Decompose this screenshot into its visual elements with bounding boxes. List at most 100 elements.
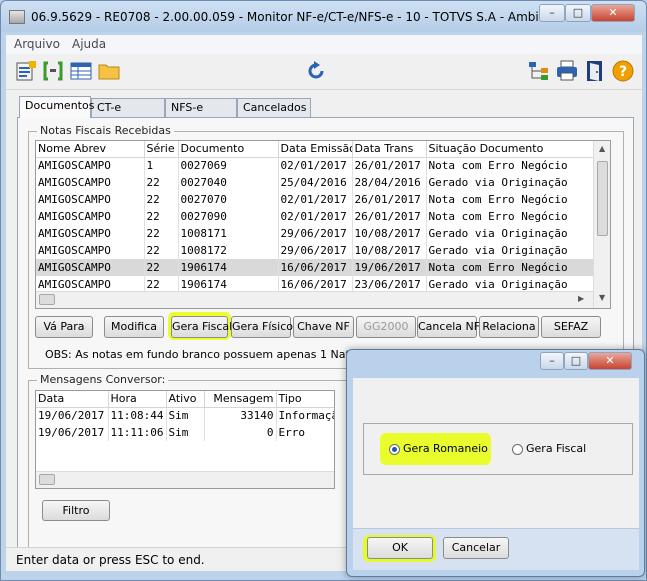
gera-fiscal-button[interactable]: Gera Fiscal [171, 316, 232, 338]
menu-arquivo[interactable]: Arquivo [14, 37, 60, 51]
printer-icon[interactable] [556, 60, 578, 82]
dialog-close-button[interactable]: ✕ [588, 352, 632, 370]
hscroll-thumb[interactable] [39, 294, 55, 305]
refresh-icon[interactable] [305, 60, 327, 82]
mensagens-horizontal-scrollbar[interactable] [36, 471, 334, 488]
table-icon[interactable] [70, 60, 92, 82]
help-icon[interactable]: ? [612, 60, 634, 82]
cell-nome: AMIGOSCAMPO [36, 242, 145, 259]
notas-grid[interactable]: Nome Abrev Série Documento Data Emissão … [35, 140, 611, 309]
scroll-thumb[interactable] [597, 161, 608, 236]
cell-hora: 11:11:06 [108, 424, 167, 441]
cell-situacao: Nota com Erro Negócio [426, 259, 594, 276]
col-mensagem[interactable]: Mensagem [204, 391, 277, 408]
radio-gera-fiscal[interactable] [512, 444, 523, 455]
col-nome-abrev[interactable]: Nome Abrev [36, 141, 145, 158]
chave-nf-button[interactable]: Chave NF [293, 316, 354, 338]
cell-ativo: Sim [166, 424, 205, 441]
cell-data-trans: 26/01/2017 [352, 208, 427, 225]
col-documento[interactable]: Documento [178, 141, 279, 158]
cell-documento: 0027069 [178, 157, 279, 174]
tree-icon[interactable] [528, 60, 550, 82]
mensagens-grid[interactable]: Data Hora Ativo Mensagem Tipo 19/06/2017… [35, 390, 335, 489]
tab-cancelados[interactable]: Cancelados [237, 98, 311, 117]
radio-gera-romaneio[interactable] [389, 444, 400, 455]
dialog-maximize-button[interactable]: □ [564, 352, 588, 370]
tab-strip: Documentos CT-e NFS-e Cancelados [17, 96, 637, 118]
col-data[interactable]: Data [36, 391, 109, 408]
col-ativo[interactable]: Ativo [166, 391, 205, 408]
notas-vertical-scrollbar[interactable]: ▲ ▼ [593, 141, 610, 308]
scroll-right-arrow-icon[interactable]: ▶ [578, 294, 584, 303]
maximize-button[interactable]: □ [565, 4, 591, 22]
toolbar: ? [6, 54, 642, 90]
table-row[interactable]: AMIGOSCAMPO 22 1008171 29/06/2017 10/08/2017… [36, 225, 594, 242]
va-para-button[interactable]: Vá Para [35, 316, 93, 338]
cell-documento: 1008171 [178, 225, 279, 242]
tab-cte[interactable]: CT-e [91, 98, 165, 117]
table-row[interactable]: 19/06/201711:08:44Sim33140Informação [36, 407, 334, 424]
minimize-button[interactable]: – [539, 4, 565, 22]
table-row[interactable]: AMIGOSCAMPO 22 0027070 02/01/2017 26/01/2017… [36, 191, 594, 208]
table-row[interactable]: 19/06/2017 11:11:06 Sim 0 Erro [36, 424, 334, 441]
mensagens-table: Data Hora Ativo Mensagem Tipo 19/06/2017… [36, 391, 334, 441]
col-data-emissao[interactable]: Data Emissão [278, 141, 353, 158]
table-row[interactable]: AMIGOSCAMPO 1 0027069 02/01/2017 26/01/2017 N… [36, 157, 594, 174]
cell-nome: AMIGOSCAMPO [36, 225, 145, 242]
cell-data-emissao: 25/04/2016 [278, 174, 353, 191]
table-row-selected[interactable]: AMIGOSCAMPO 22 1906174 16/06/2017 19/06/2017… [36, 259, 594, 276]
dialog-client: Gera Romaneio Gera Fiscal OK Cancelar [353, 378, 639, 570]
exit-door-icon[interactable] [584, 60, 606, 82]
cell-serie: 22 [144, 225, 179, 242]
tab-documentos[interactable]: Documentos [19, 96, 94, 118]
col-data-trans[interactable]: Data Trans [352, 141, 427, 158]
col-situacao[interactable]: Situação Documento [426, 141, 594, 158]
cell-data-emissao: 02/01/2017 [278, 191, 353, 208]
cell-data-trans: 10/08/2017 [352, 225, 427, 242]
gera-fiscal-label[interactable]: Gera Fiscal [526, 442, 586, 455]
cell-serie: 22 [144, 174, 179, 191]
tab-nfse[interactable]: NFS-e [165, 98, 237, 117]
brackets-icon[interactable] [42, 60, 64, 82]
mensagens-header-row: Data Hora Ativo Mensagem Tipo [36, 391, 334, 408]
svg-text:?: ? [619, 64, 627, 80]
gera-fisico-button[interactable]: Gera Físico [231, 316, 293, 338]
ok-button[interactable]: OK [367, 537, 433, 559]
cell-data-emissao: 29/06/2017 [278, 225, 353, 242]
cell-data-trans: 26/01/2017 [352, 191, 427, 208]
cell-serie: 22 [144, 191, 179, 208]
notas-legend: Notas Fiscais Recebidas [37, 124, 174, 137]
gera-romaneio-label[interactable]: Gera Romaneio [403, 442, 488, 455]
status-text: Enter data or press ESC to end. [16, 553, 205, 567]
window-title: 06.9.5629 - RE0708 - 2.00.00.059 - Monit… [31, 10, 546, 24]
cell-nome: AMIGOSCAMPO [36, 208, 145, 225]
cancelar-button[interactable]: Cancelar [443, 537, 509, 559]
cell-documento: 0027090 [178, 208, 279, 225]
folder-icon[interactable] [98, 60, 120, 82]
document-list-icon[interactable] [15, 60, 37, 82]
cell-situacao: Nota com Erro Negócio [426, 157, 594, 174]
table-row[interactable]: AMIGOSCAMPO 22 0027040 25/04/2016 28/04/2016… [36, 174, 594, 191]
relaciona-button[interactable]: Relaciona [479, 316, 539, 338]
sefaz-button[interactable]: SEFAZ [541, 316, 601, 338]
cancela-nf-button[interactable]: Cancela NF [417, 316, 480, 338]
gera-dialog: – □ ✕ Gera Romaneio Gera Fiscal OK Cance… [346, 349, 645, 577]
table-row[interactable]: AMIGOSCAMPO 22 1008172 29/06/2017 10/08/2017… [36, 242, 594, 259]
col-tipo[interactable]: Tipo [276, 391, 334, 408]
col-serie[interactable]: Série [144, 141, 179, 158]
scroll-up-arrow-icon[interactable]: ▲ [599, 144, 605, 153]
modifica-button[interactable]: Modifica [104, 316, 164, 338]
hscroll-thumb[interactable] [39, 474, 55, 485]
table-row[interactable]: AMIGOSCAMPO 22 0027090 02/01/2017 26/01/2017… [36, 208, 594, 225]
filtro-button[interactable]: Filtro [42, 500, 110, 521]
dialog-minimize-button[interactable]: – [540, 352, 564, 370]
close-button[interactable]: ✕ [591, 4, 635, 22]
notas-horizontal-scrollbar[interactable]: ▶ [36, 291, 593, 308]
cell-situacao: Gerado via Originação [426, 242, 594, 259]
menu-ajuda[interactable]: Ajuda [72, 37, 106, 51]
cell-tipo: Informação [276, 407, 334, 424]
col-hora[interactable]: Hora [108, 391, 167, 408]
cell-data-emissao: 29/06/2017 [278, 242, 353, 259]
gg2000-button[interactable]: GG2000 [356, 316, 416, 338]
scroll-down-arrow-icon[interactable]: ▼ [599, 293, 605, 302]
